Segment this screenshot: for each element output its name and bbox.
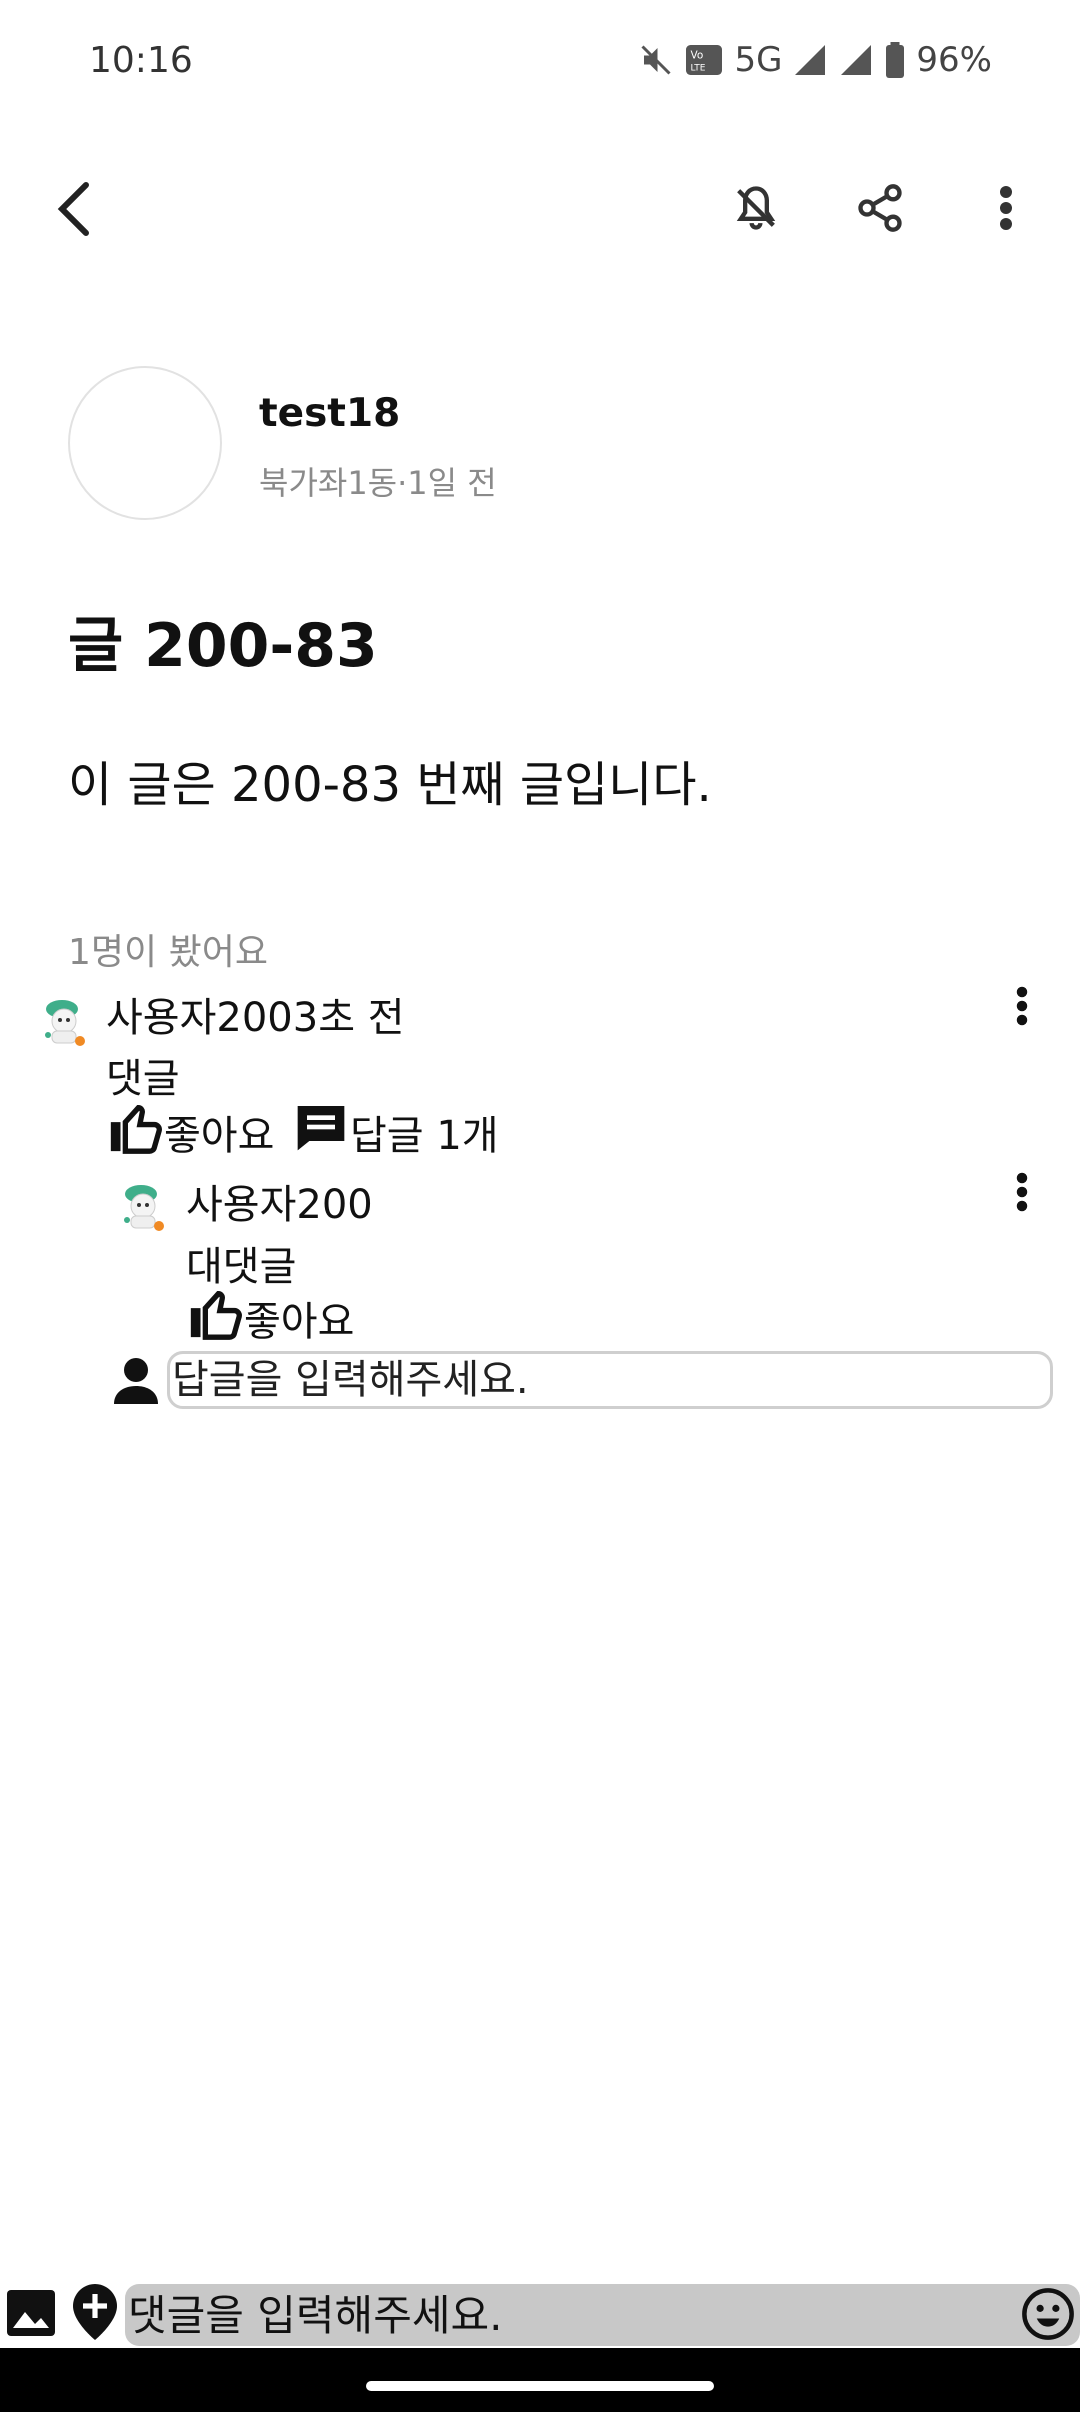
home-gesture-handle[interactable] (366, 2381, 714, 2391)
chat-bubble-icon (292, 1099, 350, 1165)
mute-icon (638, 42, 674, 78)
comment-input[interactable] (125, 2284, 1080, 2346)
reply-avatar[interactable] (119, 1180, 169, 1234)
more-vert-icon (998, 184, 1014, 236)
volte-icon: Vo LTE (684, 42, 724, 78)
comment-reply-label: 답글 1개 (350, 1113, 499, 1159)
comment-like-label: 좋아요 (164, 1113, 275, 1159)
system-nav-bar (0, 2348, 1080, 2412)
comment-avatar[interactable] (40, 995, 90, 1049)
status-bar: 10:16 Vo LTE 5G 96% (0, 0, 1080, 126)
emoji-button[interactable] (1020, 2288, 1076, 2344)
author-meta: 북가좌1동·1일 전 (259, 464, 497, 502)
reply-input-box[interactable] (167, 1351, 1053, 1409)
share-icon (854, 182, 906, 238)
back-button[interactable] (44, 176, 104, 246)
signal-icon-2 (838, 42, 874, 78)
thumbs-up-icon (186, 1286, 244, 1350)
comment-reply-button[interactable]: 답글 1개 (292, 1104, 499, 1160)
add-location-button[interactable] (70, 2284, 120, 2344)
bell-off-icon (730, 182, 782, 238)
comment-input-box[interactable] (125, 2284, 1080, 2346)
person-icon (112, 1354, 160, 1406)
reply-more-button[interactable] (1000, 1166, 1044, 1222)
more-vert-icon (1015, 1169, 1029, 1219)
more-vert-icon (1015, 983, 1029, 1033)
notifications-off-button[interactable] (726, 180, 786, 240)
image-button[interactable] (6, 2290, 56, 2340)
comment-user-time: 사용자2003초 전 (106, 995, 405, 1041)
thumbs-up-icon (106, 1100, 164, 1164)
view-count: 1명이 봤어요 (68, 932, 268, 973)
reply-like-label: 좋아요 (244, 1299, 355, 1345)
signal-icon (792, 42, 828, 78)
add-location-icon (73, 2284, 117, 2344)
more-options-button[interactable] (976, 180, 1036, 240)
author-name[interactable]: test18 (259, 391, 400, 436)
comment-more-button[interactable] (1000, 980, 1044, 1036)
svg-text:Vo: Vo (691, 50, 704, 62)
post-body: 이 글은 200-83 번째 글입니다. (68, 757, 712, 813)
comment-text: 댓글 (106, 1056, 180, 1102)
status-time: 10:16 (89, 40, 193, 81)
toolbar (0, 150, 1080, 270)
comment-like-button[interactable]: 좋아요 (106, 1104, 274, 1160)
reply-input[interactable] (170, 1354, 1050, 1406)
battery-level: 96% (916, 40, 992, 80)
svg-text:LTE: LTE (691, 64, 706, 74)
battery-icon (884, 42, 906, 78)
network-label: 5G (734, 40, 783, 80)
post-title: 글 200-83 (68, 611, 378, 681)
reply-text: 대댓글 (186, 1244, 297, 1290)
image-icon (7, 2290, 55, 2340)
reply-like-button[interactable]: 좋아요 (186, 1290, 354, 1346)
smiley-icon (1021, 2287, 1075, 2345)
back-arrow-icon (54, 181, 94, 241)
author-avatar[interactable] (68, 366, 222, 520)
status-icons: Vo LTE 5G 96% (638, 36, 992, 84)
reply-user: 사용자200 (186, 1182, 373, 1228)
share-button[interactable] (850, 180, 910, 240)
